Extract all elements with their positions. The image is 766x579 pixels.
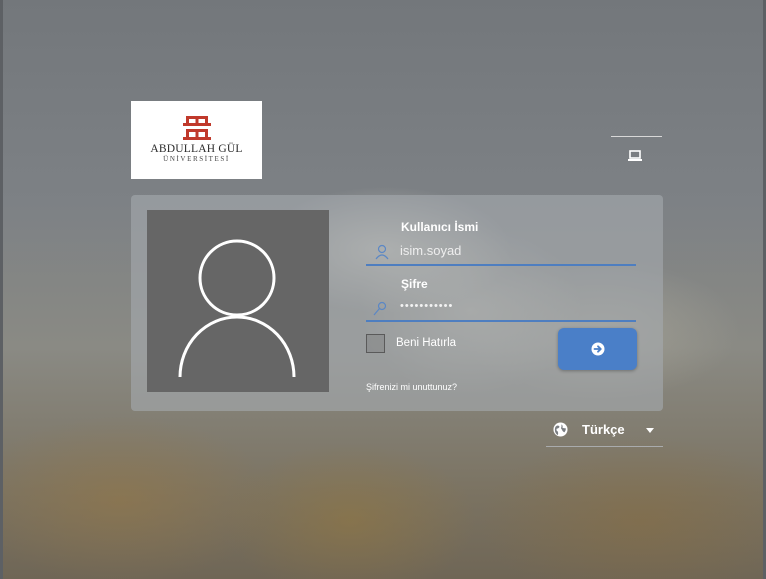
device-divider [611,136,662,137]
globe-icon [553,422,568,437]
username-field[interactable] [366,238,636,266]
logo-text-sub: ÜNİVERSİTESİ [163,155,230,163]
logo-text-main: ABDULLAH GÜL [150,143,243,155]
language-selector[interactable]: Türkçe [546,420,663,447]
remember-me-label[interactable]: Beni Hatırla [396,337,456,349]
logo-emblem-icon [182,116,211,140]
window-border-left [0,0,3,579]
password-input[interactable] [400,296,625,316]
arrow-right-circle-icon [591,342,604,356]
login-button[interactable] [558,328,637,370]
user-silhouette-icon [178,239,296,378]
user-icon [375,244,389,260]
password-field[interactable] [366,294,636,322]
username-input[interactable] [400,240,625,260]
user-avatar [147,210,329,392]
chevron-down-icon [646,428,654,433]
university-logo: ABDULLAH GÜL ÜNİVERSİTESİ [131,101,262,179]
laptop-icon[interactable] [628,150,642,162]
key-icon [373,301,387,316]
username-label: Kullanıcı İsmi [401,220,479,234]
forgot-password-link[interactable]: Şifrenizi mi unuttunuz? [366,382,457,392]
password-label: Şifre [401,277,428,291]
remember-me-checkbox[interactable] [366,334,385,353]
language-label: Türkçe [582,422,625,437]
login-panel: Kullanıcı İsmi Şifre Beni Hatırla Şifren… [131,195,663,411]
